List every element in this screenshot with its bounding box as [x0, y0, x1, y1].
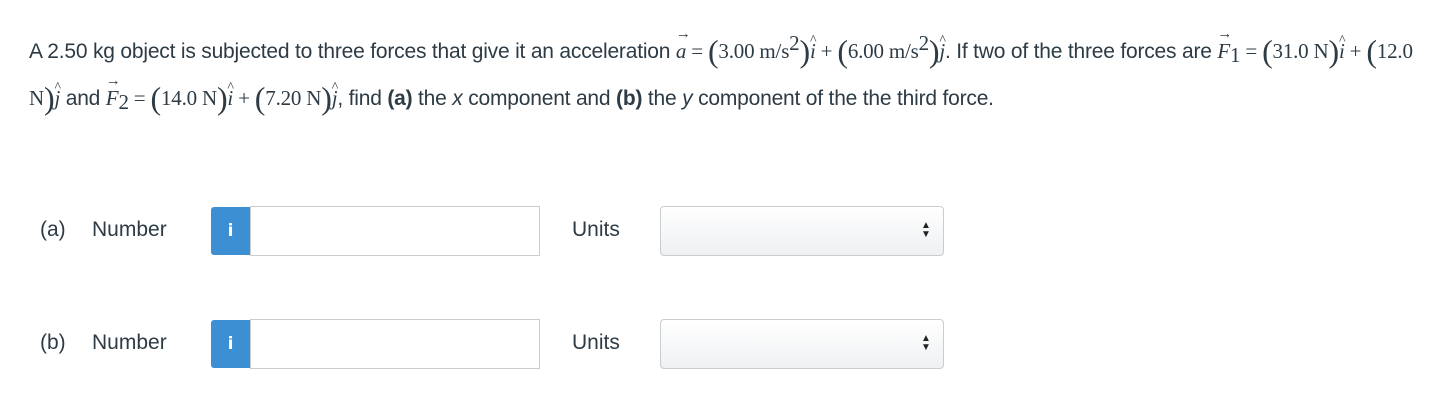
number-label: Number	[92, 331, 167, 354]
units-select-b[interactable]: ▲ ▼	[660, 319, 944, 369]
force-vector-symbol: F	[106, 60, 119, 120]
x-symbol: x	[452, 87, 463, 110]
problem-text: the	[642, 87, 683, 110]
part-label: (a)	[40, 218, 66, 241]
i-hat-symbol: i	[227, 66, 233, 120]
problem-text: . If two of the three forces are	[944, 40, 1218, 63]
plus-sign: +	[1344, 39, 1367, 63]
problem-text: component of the the third force.	[692, 87, 994, 110]
force1-x-value: 31.0 N	[1272, 39, 1329, 63]
plus-sign: +	[815, 39, 838, 63]
subscript: 1	[1230, 43, 1241, 67]
number-input-b[interactable]	[250, 319, 540, 369]
problem-statement: A 2.50 kg object is subjected to three f…	[29, 13, 1429, 124]
i-hat-symbol: i	[1339, 19, 1345, 73]
acceleration-y-value: 6.00 m/s	[847, 39, 919, 63]
answer-row-a: (a) Number i Units ▲ ▼	[0, 206, 1446, 256]
number-input-a[interactable]	[250, 206, 540, 256]
force2-x-value: 14.0 N	[160, 86, 217, 110]
up-down-arrows-icon: ▲ ▼	[921, 220, 931, 240]
part-label: (b)	[40, 331, 66, 354]
up-down-arrows-icon: ▲ ▼	[921, 333, 931, 353]
exponent: 2	[789, 31, 800, 55]
paren-close: )	[799, 33, 810, 69]
paren-close: )	[43, 80, 55, 116]
paren-close: )	[321, 80, 332, 116]
problem-text: component and	[462, 87, 617, 110]
paren-open: (	[1366, 33, 1377, 69]
acceleration-vector-symbol: a	[676, 13, 687, 73]
force-vector-symbol: F	[1217, 13, 1230, 73]
info-icon[interactable]: i	[211, 320, 250, 368]
paren-open: (	[837, 33, 848, 69]
paren-open: (	[254, 80, 266, 116]
subscript: 2	[118, 90, 129, 114]
exponent: 2	[918, 31, 930, 55]
paren-open: (	[707, 33, 719, 69]
equals-sign: =	[1240, 39, 1263, 63]
answer-row-b: (b) Number i Units ▲ ▼	[0, 319, 1446, 369]
force2-y-value: 7.20 N	[265, 86, 322, 110]
paren-close: )	[216, 80, 228, 116]
units-select-a[interactable]: ▲ ▼	[660, 206, 944, 256]
j-hat-symbol: j	[939, 19, 945, 73]
y-symbol: y	[682, 87, 693, 110]
info-icon[interactable]: i	[211, 207, 250, 255]
j-hat-symbol: j	[54, 66, 60, 120]
number-label: Number	[92, 218, 167, 241]
acceleration-x-value: 3.00 m/s	[718, 39, 790, 63]
problem-text: the	[412, 87, 453, 110]
j-hat-symbol: j	[332, 66, 338, 120]
units-label: Units	[572, 331, 620, 354]
equals-sign: =	[128, 86, 151, 110]
i-hat-symbol: i	[810, 19, 816, 73]
part-a-marker: (a)	[387, 87, 413, 110]
plus-sign: +	[233, 86, 255, 110]
paren-close: )	[928, 33, 940, 69]
problem-text: and	[60, 87, 106, 110]
paren-open: (	[1262, 33, 1273, 69]
problem-text: A 2.50 kg object is subjected to three f…	[29, 40, 676, 63]
units-label: Units	[572, 218, 620, 241]
part-b-marker: (b)	[616, 87, 643, 110]
equals-sign: =	[686, 39, 708, 63]
paren-open: (	[150, 80, 162, 116]
paren-close: )	[1328, 33, 1340, 69]
problem-text: , find	[337, 87, 388, 110]
